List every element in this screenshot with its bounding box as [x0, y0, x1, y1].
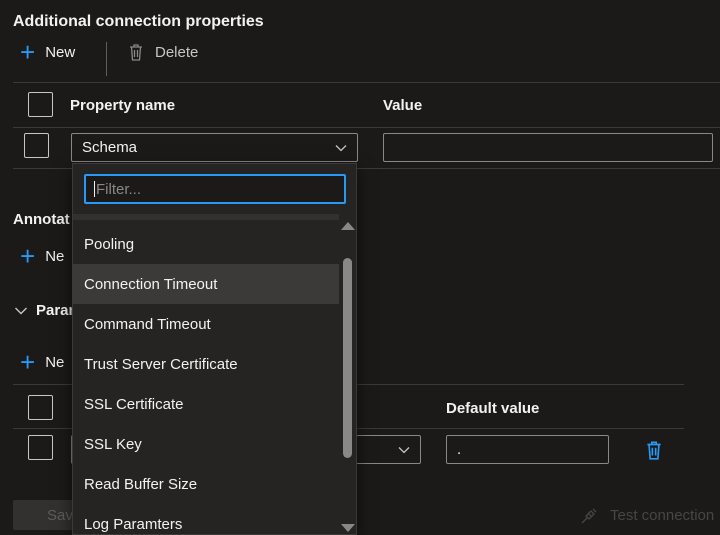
scroll-up-arrow-icon[interactable]	[341, 222, 355, 230]
divider	[13, 82, 720, 83]
dropdown-option[interactable]: Command Timeout	[73, 304, 339, 344]
row-checkbox[interactable]	[24, 133, 49, 158]
delete-button[interactable]: Delete	[127, 42, 198, 62]
text-caret	[94, 181, 95, 197]
dropdown-option[interactable]: Pooling	[73, 224, 339, 264]
filter-placeholder: Filter...	[96, 180, 142, 198]
test-connection-button[interactable]: Test connection	[580, 505, 714, 525]
property-name-value: Schema	[82, 139, 138, 156]
plus-icon: +	[20, 347, 36, 377]
dropdown-option[interactable]: Connection Timeout	[73, 264, 339, 304]
filter-input[interactable]: Filter...	[84, 174, 346, 204]
new-button-label: New	[45, 43, 76, 61]
new-parameter-button[interactable]: + Ne	[20, 347, 65, 377]
divider	[13, 127, 720, 128]
column-header-default-value: Default value	[446, 400, 540, 417]
select-all-checkbox[interactable]	[28, 92, 53, 117]
default-value-input[interactable]: .	[446, 435, 609, 464]
new-parameter-label: Ne	[45, 353, 65, 371]
new-button[interactable]: + New	[20, 37, 76, 67]
section-title: Additional connection properties	[13, 13, 264, 30]
chevron-down-icon	[398, 446, 410, 453]
dropdown-scrollbar[interactable]	[338, 216, 356, 534]
new-annotation-button[interactable]: + Ne	[20, 241, 65, 271]
scroll-thumb[interactable]	[343, 258, 352, 458]
dropdown-list: Pooling Connection Timeout Command Timeo…	[73, 224, 339, 534]
dropdown-option[interactable]: SSL Certificate	[73, 384, 339, 424]
params-row-checkbox[interactable]	[28, 435, 53, 460]
delete-parameter-button[interactable]	[644, 439, 664, 465]
trash-icon	[647, 441, 661, 460]
plus-icon: +	[20, 37, 36, 67]
dropdown-option[interactable]: Log Paramters	[73, 504, 339, 534]
new-annotation-label: Ne	[45, 247, 65, 265]
chevron-down-icon	[15, 307, 27, 314]
dropdown-option[interactable]: Trust Server Certificate	[73, 344, 339, 384]
params-select-all-checkbox[interactable]	[28, 395, 53, 420]
toolbar-divider	[106, 42, 107, 76]
plus-icon: +	[20, 241, 36, 271]
property-value-input[interactable]	[383, 133, 713, 162]
dropdown-option[interactable]: SSL Key	[73, 424, 339, 464]
dropdown-option[interactable]: Read Buffer Size	[73, 464, 339, 504]
annotations-title: Annotat	[13, 211, 70, 228]
scroll-down-arrow-icon[interactable]	[341, 524, 355, 532]
trash-icon	[130, 44, 142, 61]
column-header-property: Property name	[70, 97, 176, 114]
list-top-edge	[73, 214, 339, 220]
test-connection-label: Test connection	[610, 506, 715, 524]
property-dropdown: Filter... Pooling Connection Timeout Com…	[72, 163, 357, 535]
save-button-label: Sav	[47, 506, 73, 524]
delete-button-label: Delete	[155, 43, 199, 61]
plug-icon	[581, 508, 597, 524]
chevron-down-icon	[335, 144, 347, 151]
property-name-select[interactable]: Schema	[71, 133, 358, 162]
column-header-value: Value	[383, 97, 423, 114]
